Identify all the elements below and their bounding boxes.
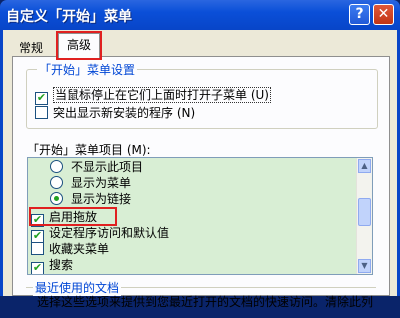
search-checkbox[interactable]: ✔	[31, 262, 44, 274]
tab-general[interactable]: 常规	[13, 38, 49, 58]
scroll-thumb[interactable]	[358, 198, 371, 226]
list-item[interactable]: 显示为菜单	[50, 175, 131, 191]
start-menu-items-list[interactable]: 不显示此项目 显示为菜单 显示为链接 ✔ 启用拖放 ✔ 设定程序访问和默认值 收藏夹…	[27, 157, 373, 275]
list-scrollbar[interactable]: ▲ ▼	[356, 158, 372, 274]
title-bar: 自定义「开始」菜单 ? ✕	[0, 0, 400, 30]
highlight-new-programs-label: 突出显示新安装的程序 (N)	[53, 106, 196, 120]
list-item-label: 搜索	[49, 258, 74, 272]
close-button[interactable]: ✕	[373, 4, 394, 25]
help-button[interactable]: ?	[349, 4, 370, 25]
list-item[interactable]: ✔ 搜索	[31, 257, 74, 274]
list-item[interactable]: 不显示此项目	[50, 159, 143, 175]
list-item-label: 不显示此项目	[71, 160, 144, 174]
list-item-label: 显示为菜单	[71, 176, 132, 190]
list-item[interactable]: 显示为链接	[50, 191, 131, 207]
highlight-new-programs-option[interactable]: 突出显示新安装的程序 (N)	[35, 105, 195, 121]
open-submenu-checkbox[interactable]: ✔	[35, 92, 48, 105]
start-menu-items-label: 「开始」菜单项目 (M):	[27, 143, 151, 157]
radio-show-as-link[interactable]	[50, 192, 63, 205]
tab-panel-advanced: 「开始」菜单设置 ✔ 当鼠标停止在它们上面时打开子菜单 (U) 突出显示新安装的程…	[12, 56, 390, 309]
scroll-up-arrow-icon[interactable]: ▲	[358, 159, 371, 173]
tab-advanced[interactable]: 高级	[55, 31, 103, 60]
open-submenu-label: 当鼠标停止在它们上面时打开子菜单 (U)	[53, 87, 271, 103]
dialog-body: 常规 「开始」菜单设置 ✔ 当鼠标停止在它们上面时打开子菜单 (U) 突出显示新安…	[0, 30, 400, 309]
enable-drag-drop-highlight	[29, 207, 117, 226]
list-item-label: 设定程序访问和默认值	[49, 226, 170, 240]
radio-hide-item[interactable]	[50, 160, 63, 173]
list-item[interactable]: ✔ 设定程序访问和默认值	[31, 225, 170, 243]
list-item[interactable]: 收藏夹菜单	[31, 241, 109, 257]
list-item-label: 收藏夹菜单	[49, 242, 110, 256]
list-item-label: 显示为链接	[71, 192, 132, 206]
highlight-new-programs-checkbox[interactable]	[35, 106, 48, 119]
radio-show-as-menu[interactable]	[50, 176, 63, 189]
favorites-menu-checkbox[interactable]	[31, 242, 44, 255]
window-title: 自定义「开始」菜单	[6, 9, 132, 25]
scroll-down-arrow-icon[interactable]: ▼	[358, 259, 371, 273]
open-submenu-option[interactable]: ✔ 当鼠标停止在它们上面时打开子菜单 (U)	[35, 87, 271, 105]
settings-group-legend: 「开始」菜单设置	[37, 61, 138, 78]
